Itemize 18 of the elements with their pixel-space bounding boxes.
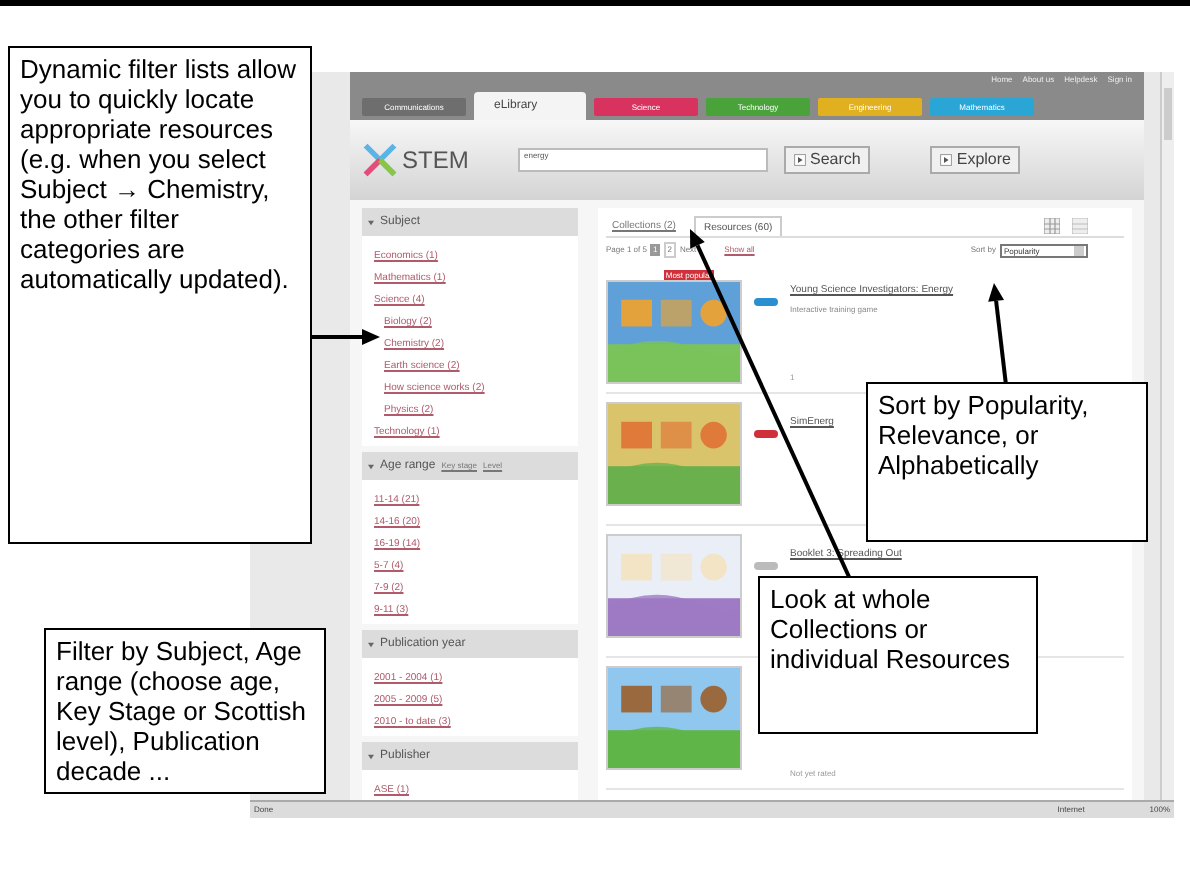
play-icon [794,154,806,166]
caret-icon [368,219,374,225]
caret-icon [368,463,374,469]
search-button[interactable]: Search [784,146,871,174]
logo-icon [362,142,398,178]
logo-text: STEM [402,144,469,178]
callout-text: Dynamic filter lists allow you to quickly locate appropriate resources (e.g. when you select Subject → Chemistry, the other filter categories are automatically updated). [20,54,298,294]
caret-icon [368,753,374,759]
callout-text: Sort by Popularity, Relevance, or Alphabetically [878,390,1091,480]
scroll-thumb[interactable] [1164,88,1172,140]
play-icon [940,154,953,166]
scrollbar[interactable] [1160,72,1174,800]
grid-view-icon[interactable] [1044,218,1060,234]
explore-button[interactable]: Explore [930,146,1021,174]
callout-text: Filter by Subject, Age range (choose age, Key Stage or Scottish level), Publication decade ... [56,636,309,786]
callout-text: Look at whole Collections or individual Resources [770,584,1012,674]
list-view-icon[interactable] [1072,218,1088,234]
caret-icon [368,641,374,647]
